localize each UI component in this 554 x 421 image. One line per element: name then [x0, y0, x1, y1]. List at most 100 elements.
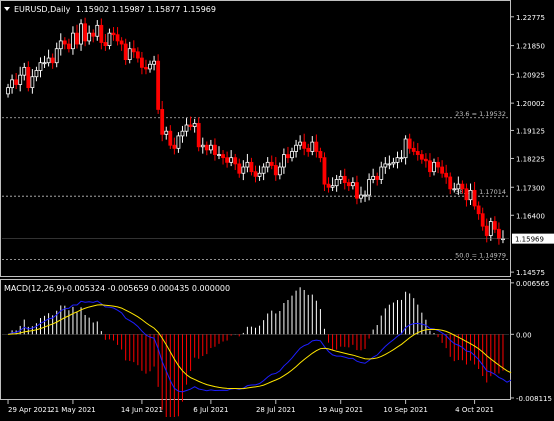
candle-body[interactable]: [75, 32, 79, 45]
candle-body[interactable]: [10, 79, 14, 89]
candle-body[interactable]: [334, 179, 339, 187]
candle-body[interactable]: [480, 213, 485, 227]
candle-body[interactable]: [249, 161, 254, 173]
candle-body[interactable]: [371, 175, 376, 180]
candle-body[interactable]: [221, 154, 225, 159]
candle-body[interactable]: [476, 205, 481, 215]
candle-body[interactable]: [131, 48, 136, 53]
candle-body[interactable]: [468, 189, 473, 201]
chart-svg[interactable]: 23.6 = 1.1953238.2 = 1.1701450.0 = 1.149…: [0, 0, 554, 421]
candle-body[interactable]: [62, 40, 67, 45]
candle-body[interactable]: [273, 165, 278, 176]
candle-body[interactable]: [350, 182, 355, 187]
candle-body[interactable]: [391, 161, 396, 165]
candle-body[interactable]: [310, 141, 315, 152]
candle-body[interactable]: [34, 70, 39, 78]
candle-body[interactable]: [407, 138, 412, 149]
candle-body[interactable]: [399, 157, 404, 160]
candle-body[interactable]: [71, 32, 75, 50]
candle-body[interactable]: [302, 141, 307, 149]
candle-body[interactable]: [286, 154, 290, 159]
candle-body[interactable]: [217, 154, 221, 156]
candle-body[interactable]: [168, 130, 173, 146]
candle-body[interactable]: [395, 157, 400, 163]
candle-body[interactable]: [237, 163, 242, 174]
candle-body[interactable]: [367, 179, 371, 196]
candle-body[interactable]: [233, 157, 238, 165]
candle-body[interactable]: [330, 185, 335, 188]
candle-body[interactable]: [184, 124, 189, 132]
candle-body[interactable]: [241, 166, 246, 174]
candle-body[interactable]: [318, 151, 323, 159]
candle-body[interactable]: [115, 34, 120, 42]
candle-body[interactable]: [14, 79, 19, 85]
candle-body[interactable]: [213, 144, 217, 155]
candle-body[interactable]: [95, 24, 100, 37]
candle-body[interactable]: [472, 189, 477, 207]
candle-body[interactable]: [18, 74, 23, 85]
candle-body[interactable]: [415, 151, 420, 155]
candle-body[interactable]: [484, 225, 489, 236]
candle-body[interactable]: [135, 51, 140, 59]
candle-body[interactable]: [375, 175, 380, 180]
candle-body[interactable]: [152, 60, 156, 65]
candle-body[interactable]: [488, 221, 493, 236]
candle-body[interactable]: [140, 57, 144, 68]
candle-body[interactable]: [257, 172, 262, 177]
candle-body[interactable]: [22, 66, 27, 76]
candle-body[interactable]: [432, 161, 436, 173]
candle-body[interactable]: [42, 62, 47, 65]
candle-body[interactable]: [91, 32, 96, 37]
candle-body[interactable]: [87, 32, 92, 42]
candle-body[interactable]: [66, 43, 71, 50]
candle-body[interactable]: [363, 194, 367, 197]
candle-body[interactable]: [440, 166, 445, 174]
candle-body[interactable]: [265, 161, 270, 168]
candle-body[interactable]: [326, 183, 331, 188]
candle-body[interactable]: [204, 144, 209, 151]
candle-body[interactable]: [269, 161, 274, 166]
candle-body[interactable]: [306, 147, 311, 152]
candle-body[interactable]: [200, 144, 205, 148]
candle-body[interactable]: [46, 57, 51, 64]
candle-body[interactable]: [294, 144, 298, 152]
candle-body[interactable]: [172, 144, 177, 149]
candle-body[interactable]: [359, 194, 363, 199]
candle-body[interactable]: [127, 48, 132, 61]
candle-body[interactable]: [176, 135, 181, 149]
candle-body[interactable]: [423, 158, 428, 162]
candle-body[interactable]: [196, 123, 201, 148]
candle-body[interactable]: [83, 23, 88, 42]
candle-body[interactable]: [497, 228, 501, 240]
candle-body[interactable]: [99, 24, 104, 43]
candle-body[interactable]: [58, 40, 63, 50]
candle-body[interactable]: [281, 154, 286, 168]
candle-body[interactable]: [188, 124, 193, 127]
candle-body[interactable]: [6, 87, 10, 95]
candle-body[interactable]: [164, 130, 169, 135]
candle-body[interactable]: [277, 166, 282, 176]
candle-body[interactable]: [144, 66, 148, 70]
candle-body[interactable]: [338, 175, 343, 180]
candle-body[interactable]: [383, 163, 388, 168]
candle-body[interactable]: [119, 40, 124, 45]
candle-body[interactable]: [261, 166, 266, 174]
candle-body[interactable]: [290, 151, 294, 159]
candle-body[interactable]: [460, 183, 465, 190]
candle-body[interactable]: [342, 175, 347, 183]
candle-body[interactable]: [180, 130, 185, 137]
candle-body[interactable]: [54, 48, 59, 64]
candle-body[interactable]: [492, 221, 497, 230]
candle-body[interactable]: [103, 42, 108, 46]
candle-body[interactable]: [346, 182, 351, 187]
candle-body[interactable]: [245, 161, 250, 168]
candle-body[interactable]: [411, 147, 416, 152]
candle-body[interactable]: [38, 62, 43, 71]
candle-body[interactable]: [314, 141, 319, 152]
candle-body[interactable]: [419, 154, 424, 160]
candle-body[interactable]: [107, 32, 112, 46]
candle-body[interactable]: [403, 138, 408, 159]
candle-body[interactable]: [456, 183, 461, 190]
candle-body[interactable]: [298, 141, 303, 146]
candle-body[interactable]: [192, 123, 197, 127]
